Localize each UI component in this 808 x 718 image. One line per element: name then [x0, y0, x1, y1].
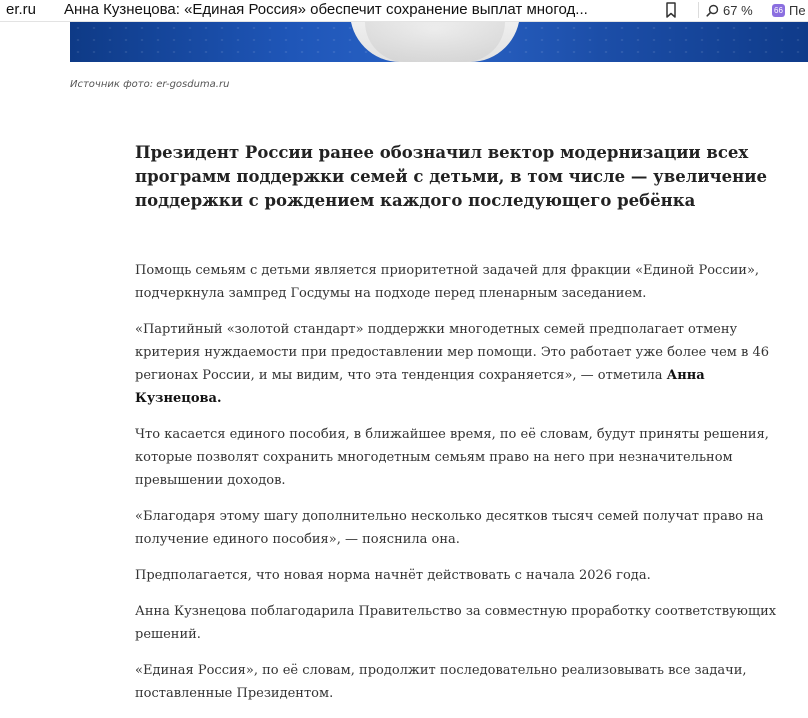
- article-body: Помощь семьям с детьми является приорите…: [135, 259, 795, 718]
- extension-label: Пе: [789, 2, 806, 18]
- paragraph-2: «Партийный «золотой стандарт» поддержки …: [135, 318, 795, 410]
- extension-button[interactable]: 66 Пе: [772, 0, 806, 20]
- toolbar-divider: [698, 2, 699, 18]
- paragraph-5: Предполагается, что новая норма начнёт д…: [135, 568, 651, 583]
- paragraph-6: Анна Кузнецова поблагодарила Правительст…: [135, 604, 777, 642]
- paragraph-1: Помощь семьям с детьми является приорите…: [135, 263, 760, 301]
- extension-badge: 66: [772, 3, 785, 17]
- bookmark-icon[interactable]: [662, 0, 680, 20]
- browser-bar: er.ru Анна Кузнецова: «Единая Россия» об…: [0, 0, 808, 22]
- zoom-level: 67 %: [723, 2, 753, 18]
- paragraph-4: «Благодаря этому шагу дополнительно неск…: [135, 509, 764, 547]
- article-lead: Президент России ранее обозначил вектор …: [135, 143, 767, 210]
- site-name[interactable]: er.ru: [6, 1, 36, 18]
- article-photo: [70, 22, 808, 62]
- page-title: Анна Кузнецова: «Единая Россия» обеспечи…: [64, 1, 588, 18]
- zoom-control[interactable]: 67 %: [706, 0, 753, 20]
- photo-shading: [365, 22, 505, 62]
- paragraph-7: «Единая Россия», по её словам, продолжит…: [135, 663, 747, 701]
- photo-caption: Источник фото: er-gosduma.ru: [70, 79, 230, 90]
- magnifier-icon: [706, 4, 719, 17]
- paragraph-3: Что касается единого пособия, в ближайше…: [135, 427, 769, 488]
